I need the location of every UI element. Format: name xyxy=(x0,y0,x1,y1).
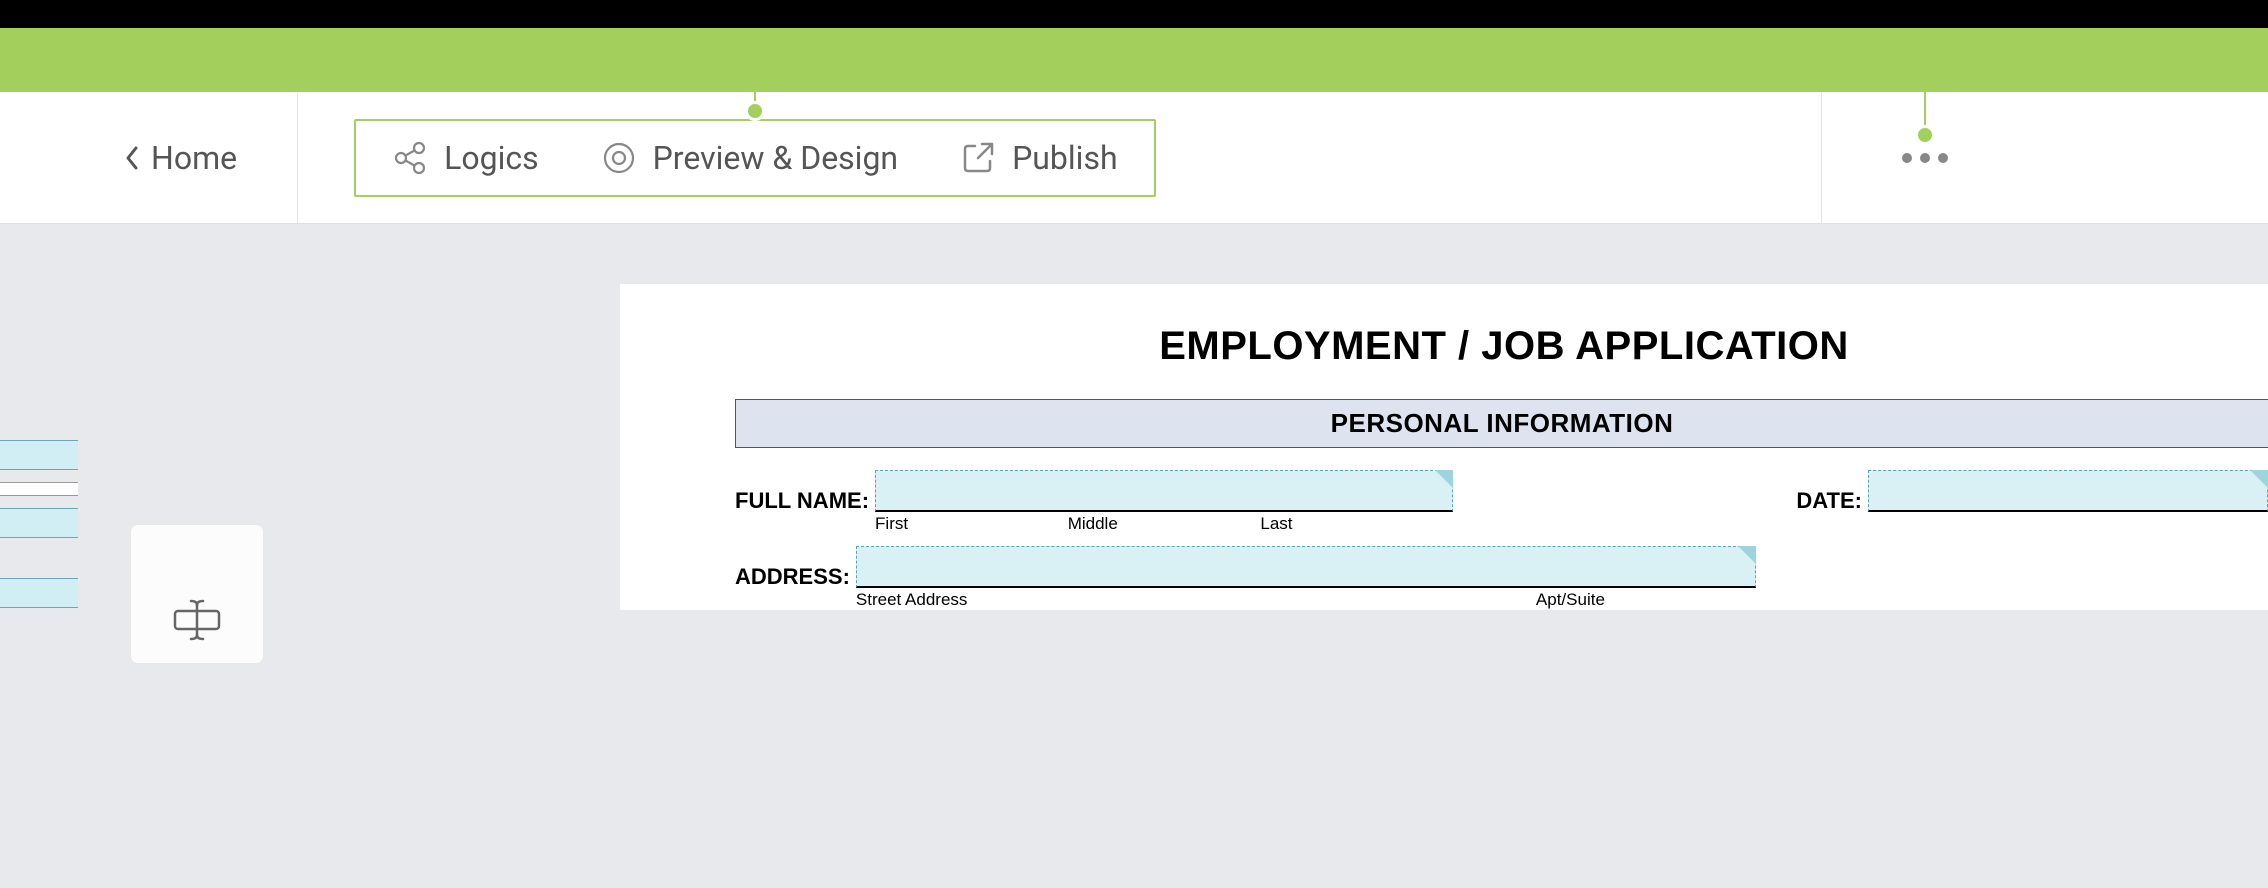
home-section: Home xyxy=(0,92,298,223)
workspace: EMPLOYMENT / JOB APPLICATION PERSONAL IN… xyxy=(0,224,2268,888)
full-name-row: FULL NAME: First Middle Last DATE: xyxy=(735,470,2268,534)
date-group: DATE: xyxy=(1796,470,2268,514)
text-field-tool[interactable] xyxy=(130,524,264,664)
home-button[interactable]: Home xyxy=(125,139,237,177)
sublabel-middle: Middle xyxy=(1068,514,1261,534)
date-input[interactable] xyxy=(1868,470,2268,512)
field-corner-marker xyxy=(1435,470,1453,488)
logics-button[interactable]: Logics xyxy=(392,139,539,177)
window-titlebar xyxy=(0,0,2268,28)
strip-field xyxy=(0,440,78,470)
sublabel-last: Last xyxy=(1260,514,1453,534)
nav-buttons-container: Logics Preview & Design Publish xyxy=(354,119,1155,197)
dot-icon xyxy=(1920,153,1930,163)
sublabel-street: Street Address xyxy=(856,590,1536,610)
callout-dot xyxy=(1915,125,1935,145)
full-name-input[interactable] xyxy=(875,470,1453,512)
section-header-personal-info: PERSONAL INFORMATION xyxy=(735,399,2268,448)
home-label: Home xyxy=(151,139,237,177)
address-field-group: Street Address Apt/Suite xyxy=(856,546,2268,610)
full-name-label: FULL NAME: xyxy=(735,470,875,514)
text-field-icon xyxy=(172,593,222,643)
more-section xyxy=(1821,92,1948,223)
date-label: DATE: xyxy=(1796,470,1868,514)
sublabel-apt: Apt/Suite xyxy=(1536,590,1756,610)
callout-dot xyxy=(745,101,765,121)
chevron-left-icon xyxy=(125,146,139,170)
dot-icon xyxy=(1938,153,1948,163)
form-title: EMPLOYMENT / JOB APPLICATION xyxy=(620,324,2268,369)
strip-line xyxy=(0,482,78,496)
address-row: ADDRESS: Street Address Apt/Suite xyxy=(735,546,2268,610)
more-menu-wrap xyxy=(1902,153,1948,163)
target-icon xyxy=(601,140,637,176)
main-toolbar: Home Logics Pr xyxy=(0,92,2268,224)
external-link-icon xyxy=(960,140,996,176)
field-corner-marker xyxy=(1738,546,1756,564)
preview-label: Preview & Design xyxy=(653,139,898,177)
strip-field xyxy=(0,578,78,608)
left-document-strip xyxy=(0,440,78,620)
form-document-canvas[interactable]: EMPLOYMENT / JOB APPLICATION PERSONAL IN… xyxy=(620,284,2268,610)
more-menu-button[interactable] xyxy=(1902,153,1948,163)
field-corner-marker xyxy=(2250,470,2268,488)
share-nodes-icon xyxy=(392,140,428,176)
callout-banner xyxy=(0,28,2268,92)
nav-buttons-highlight-box: Logics Preview & Design Publish xyxy=(354,119,1155,197)
full-name-field-group: First Middle Last xyxy=(875,470,1786,534)
address-label: ADDRESS: xyxy=(735,546,856,590)
address-input[interactable] xyxy=(856,546,1756,588)
dot-icon xyxy=(1902,153,1912,163)
date-field-group xyxy=(1868,470,2268,512)
publish-label: Publish xyxy=(1012,139,1118,177)
preview-design-button[interactable]: Preview & Design xyxy=(601,139,898,177)
logics-label: Logics xyxy=(444,139,539,177)
sublabel-first: First xyxy=(875,514,1068,534)
strip-field xyxy=(0,508,78,538)
publish-button[interactable]: Publish xyxy=(960,139,1118,177)
